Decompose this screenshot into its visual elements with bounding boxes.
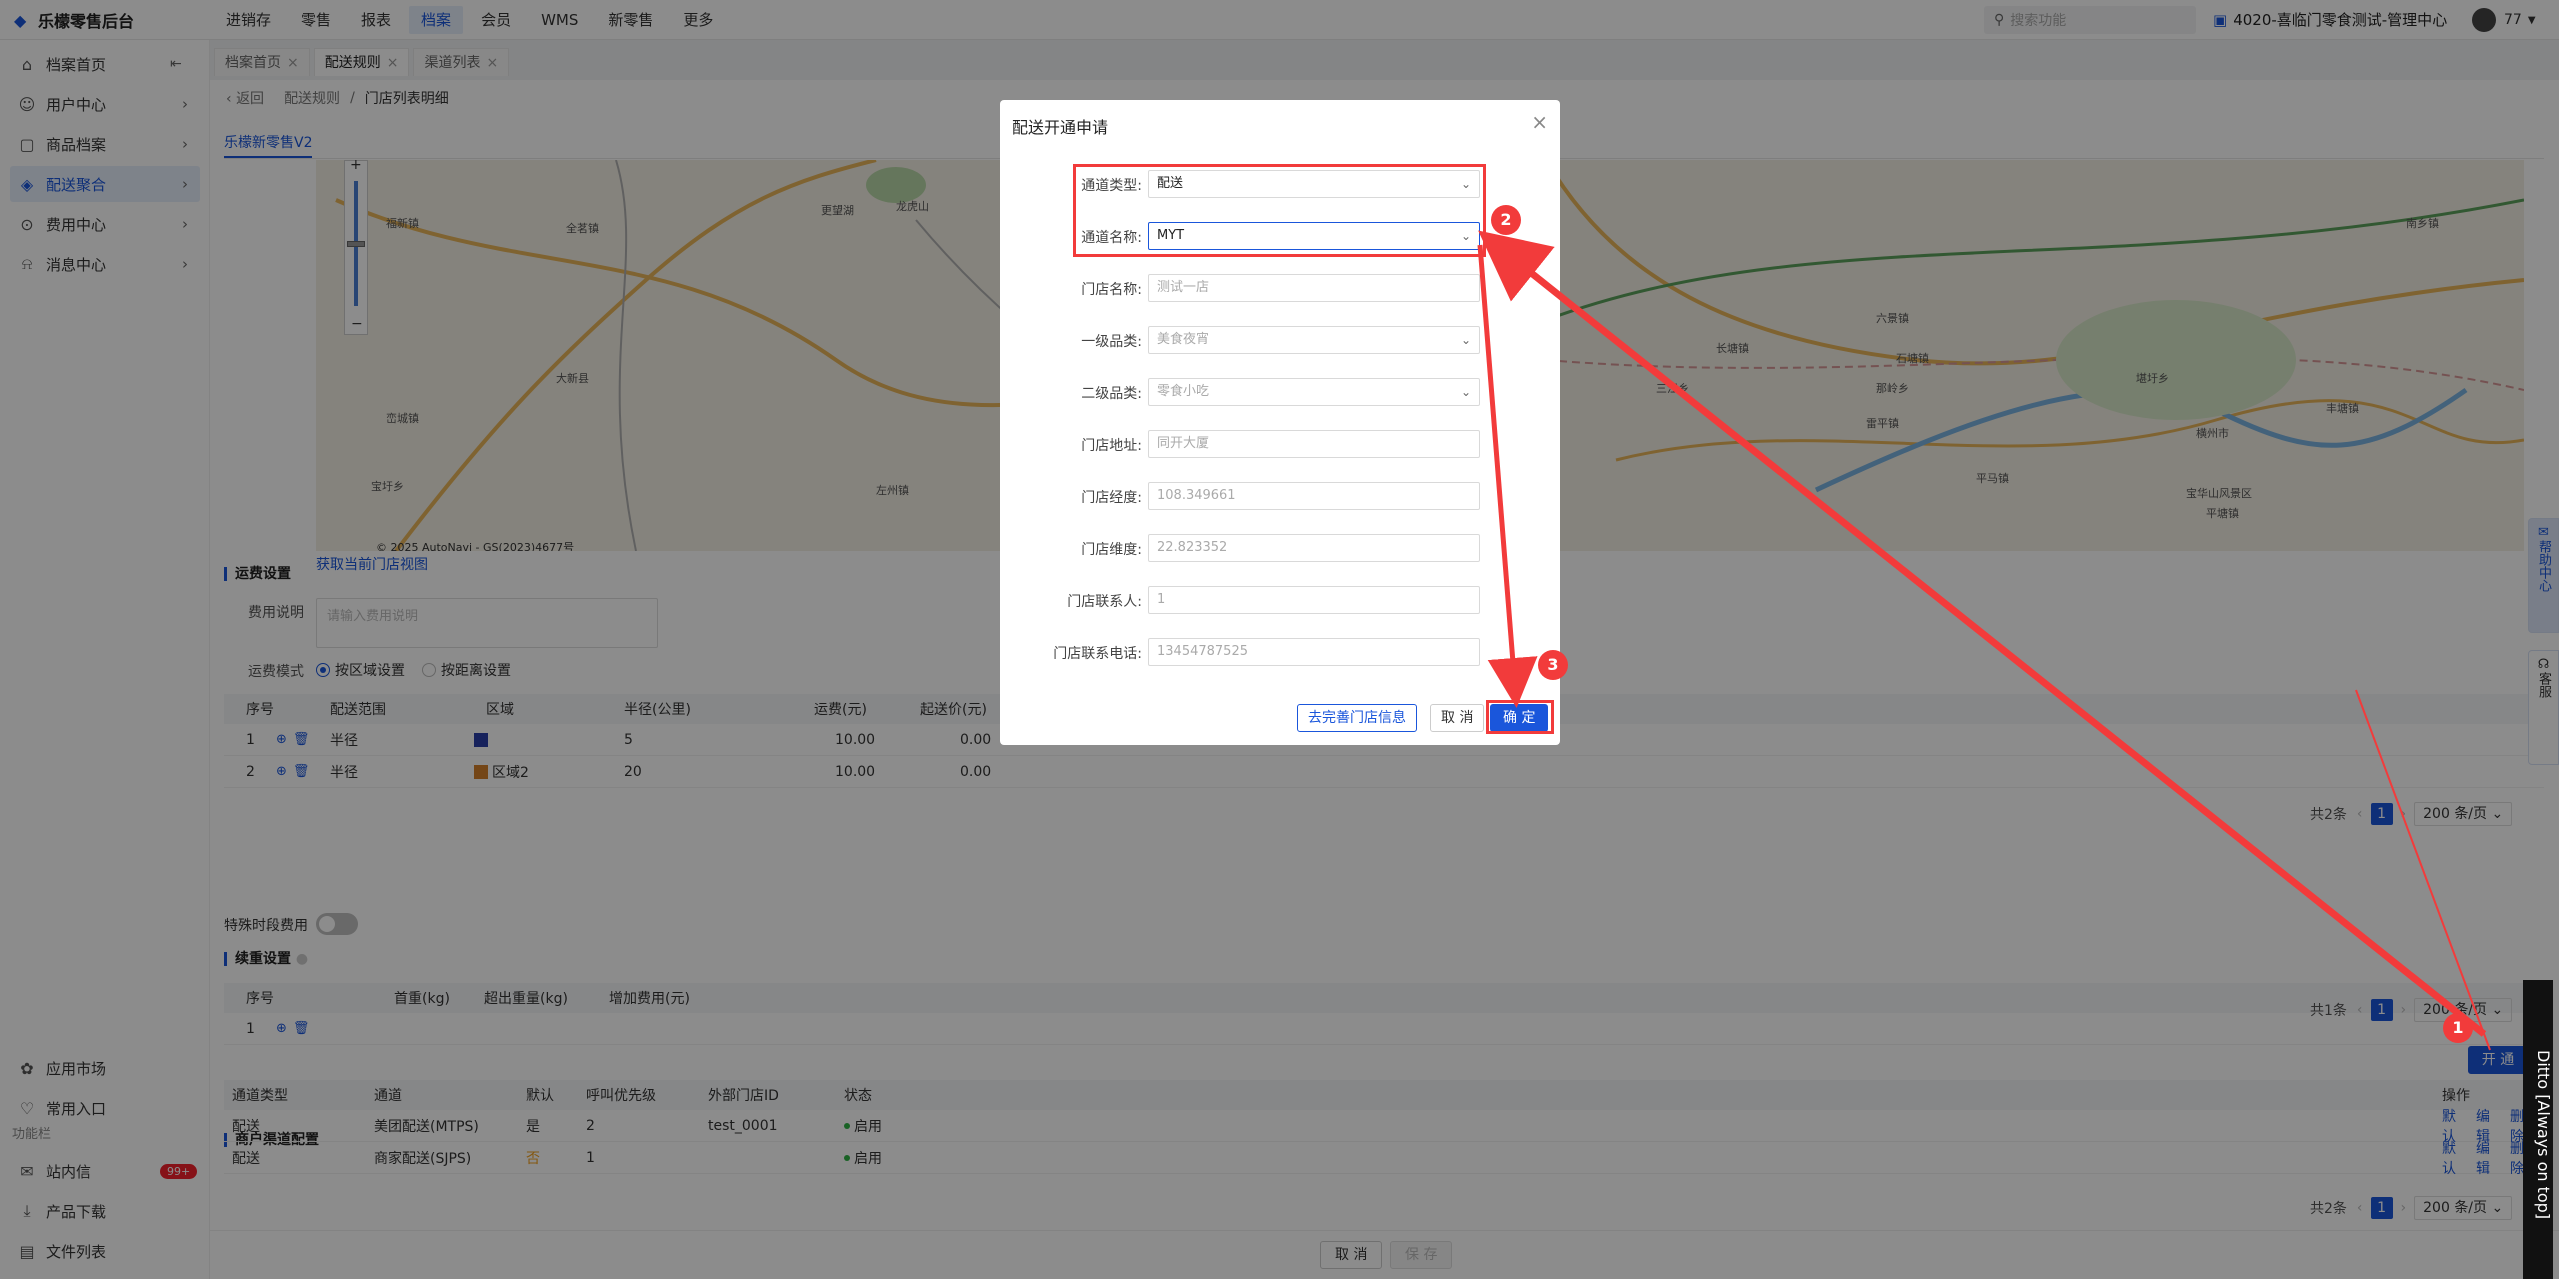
field-value: 同开大厦 xyxy=(1157,436,1210,451)
step-badge-1: 1 xyxy=(2443,1013,2473,1043)
field-input[interactable]: 1 xyxy=(1148,586,1480,614)
field-input[interactable]: 同开大厦 xyxy=(1148,430,1480,458)
dialog-field: 一级品类: 美食夜宵 ⌄ xyxy=(1000,326,1560,354)
field-label: 门店经度: xyxy=(1081,490,1142,506)
step-badge-2: 2 xyxy=(1491,205,1521,235)
field-label: 门店地址: xyxy=(1081,438,1142,454)
dialog-field: 二级品类: 零食小吃 ⌄ xyxy=(1000,378,1560,406)
dialog-title: 配送开通申请 xyxy=(1012,118,1109,137)
field-value: 108.349661 xyxy=(1157,488,1236,503)
field-label: 门店联系人: xyxy=(1067,594,1142,610)
field-input[interactable]: 测试一店 xyxy=(1148,274,1480,302)
annotation-box-step3 xyxy=(1486,700,1554,734)
close-icon[interactable]: × xyxy=(1531,110,1548,134)
dialog-field: 门店地址: 同开大厦 xyxy=(1000,430,1560,458)
dialog-field: 门店联系人: 1 xyxy=(1000,586,1560,614)
field-label: 门店维度: xyxy=(1081,542,1142,558)
field-input[interactable]: 22.823352 xyxy=(1148,534,1480,562)
chevron-down-icon: ⌄ xyxy=(1460,385,1471,399)
field-value: 13454787525 xyxy=(1157,644,1248,659)
dialog-field: 门店经度: 108.349661 xyxy=(1000,482,1560,510)
chevron-down-icon: ⌄ xyxy=(1460,333,1471,347)
field-select[interactable]: 美食夜宵 ⌄ xyxy=(1148,326,1480,354)
field-value: 测试一店 xyxy=(1157,280,1210,295)
dialog-field: 门店维度: 22.823352 xyxy=(1000,534,1560,562)
step-badge-3: 3 xyxy=(1538,650,1568,680)
field-input[interactable]: 108.349661 xyxy=(1148,482,1480,510)
field-label: 一级品类: xyxy=(1081,334,1142,350)
field-value: 22.823352 xyxy=(1157,540,1228,555)
field-label: 门店联系电话: xyxy=(1053,646,1142,662)
dialog-field: 门店名称: 测试一店 xyxy=(1000,274,1560,302)
field-select[interactable]: 零食小吃 ⌄ xyxy=(1148,378,1480,406)
field-label: 门店名称: xyxy=(1081,282,1142,298)
field-label: 二级品类: xyxy=(1081,386,1142,402)
field-value: 美食夜宵 xyxy=(1157,332,1210,347)
ditto-overlay[interactable]: Ditto [Always on top] xyxy=(2523,980,2553,1279)
dialog-cancel-button[interactable]: 取 消 xyxy=(1430,704,1485,732)
dialog-field: 门店联系电话: 13454787525 xyxy=(1000,638,1560,666)
annotation-box-step2 xyxy=(1073,164,1486,257)
improve-store-info-button[interactable]: 去完善门店信息 xyxy=(1297,704,1417,732)
field-value: 1 xyxy=(1157,592,1166,607)
field-input[interactable]: 13454787525 xyxy=(1148,638,1480,666)
field-value: 零食小吃 xyxy=(1157,384,1210,399)
